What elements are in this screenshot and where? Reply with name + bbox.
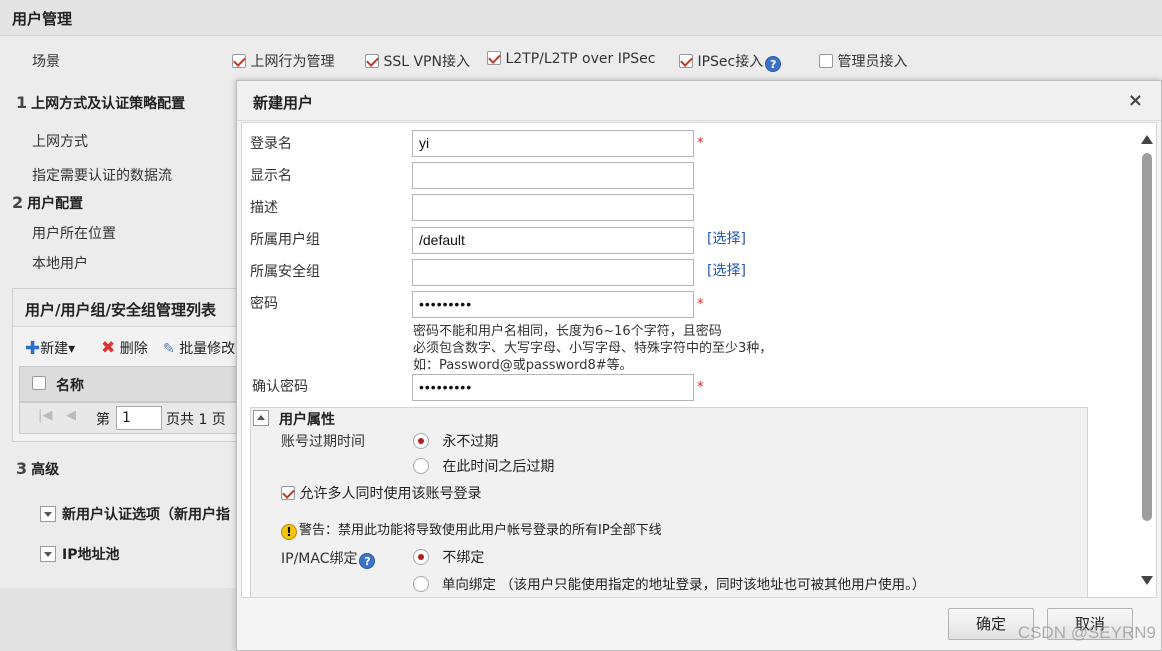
required-mark: * (697, 380, 704, 395)
advanced-ip-pool[interactable]: IP地址池 (40, 544, 119, 564)
select-security-group-link[interactable]: [选择] (707, 260, 746, 280)
security-group-input[interactable] (412, 259, 694, 286)
first-page-icon[interactable]: |◀ (38, 408, 52, 423)
radio-button[interactable] (413, 433, 429, 449)
scene-option-2[interactable]: L2TP/L2TP over IPSec (487, 51, 655, 67)
expire-label: 账号过期时间 (281, 434, 365, 450)
section-user-config: 2 用户配置 (12, 193, 84, 212)
login-name-label: 登录名 (250, 136, 292, 152)
warning-icon: ! (281, 524, 297, 540)
watermark: CSDN @SEYRN9 (1017, 623, 1156, 642)
scroll-up-icon[interactable] (1141, 135, 1153, 144)
scene-option-1[interactable]: SSL VPN接入 (365, 51, 470, 71)
prev-page-icon[interactable]: ◀ (66, 408, 76, 423)
row-access-mode: 上网方式 (32, 134, 88, 150)
ipmac-label: IP/MAC绑定? (281, 548, 376, 569)
security-group-label: 所属安全组 (250, 264, 320, 280)
section-auth-policy: 1 上网方式及认证策略配置 (16, 93, 186, 112)
password-label: 密码 (250, 296, 278, 312)
scene-label: 场景 (32, 54, 60, 70)
dialog-scrollbar[interactable] (1136, 123, 1156, 597)
checkbox[interactable] (232, 54, 246, 68)
ipmac-oneway-option[interactable]: 单向绑定 （该用户只能使用指定的地址登录，同时该地址也可被其他用户使用。） (413, 573, 925, 593)
checkbox[interactable] (487, 51, 501, 65)
description-label: 描述 (250, 200, 278, 216)
display-name-input[interactable] (412, 162, 694, 189)
scroll-down-icon[interactable] (1141, 576, 1153, 585)
pager: |◀ ◀ 第 1 页共 1 页 (19, 402, 239, 434)
user-list-panel: 用户/用户组/安全组管理列表 ✚新建▾ ✖ 删除 ✎ 批量修改 名称 |◀ ◀ … (12, 288, 242, 442)
user-group-input[interactable]: /default (412, 227, 694, 254)
login-name-input[interactable]: yi (412, 130, 694, 157)
edit-icon: ✎ (163, 341, 175, 357)
close-icon[interactable]: × (1128, 90, 1143, 111)
select-all-checkbox[interactable] (32, 376, 46, 390)
multi-login-checkbox[interactable]: 允许多人同时使用该账号登录 (281, 483, 481, 503)
collapse-icon[interactable] (253, 410, 269, 426)
new-button[interactable]: ✚新建▾ (25, 338, 75, 359)
section-advanced: 3 高级 (16, 459, 60, 478)
scene-option-0[interactable]: 上网行为管理 (232, 51, 334, 71)
expire-after-option[interactable]: 在此时间之后过期 (413, 456, 554, 476)
user-group-label: 所属用户组 (250, 232, 320, 248)
dialog-title: 新建用户 (253, 94, 314, 112)
help-icon[interactable]: ? (359, 553, 376, 569)
row-user-location: 用户所在位置 (32, 226, 116, 242)
scene-option-4[interactable]: 管理员接入 (819, 51, 907, 71)
ipmac-none-option[interactable]: 不绑定 (413, 547, 484, 567)
page-number-input[interactable]: 1 (116, 406, 162, 430)
radio-button[interactable] (413, 576, 429, 592)
password-hint-line1: 密码不能和用户名相同，长度为6~16个字符，且密码 (413, 324, 722, 339)
page-header: 用户管理 (0, 0, 1162, 36)
dialog-header: 新建用户 × (237, 81, 1161, 121)
warning-text: ! 警告：禁用此功能将导致使用此用户帐号登录的所有IP全部下线 (281, 519, 662, 540)
row-local-users: 本地用户 (32, 256, 88, 272)
required-mark: * (697, 297, 704, 312)
radio-button[interactable] (413, 549, 429, 565)
expand-icon[interactable] (40, 506, 56, 522)
confirm-password-label: 确认密码 (252, 379, 308, 395)
page-title: 用户管理 (12, 10, 73, 28)
checkbox[interactable] (819, 54, 833, 68)
advanced-auth-options[interactable]: 新用户认证选项（新用户指 (40, 504, 230, 524)
checkbox[interactable] (281, 486, 295, 500)
delete-icon: ✖ (101, 338, 116, 358)
col-name: 名称 (56, 378, 84, 394)
select-user-group-link[interactable]: [选择] (707, 228, 746, 248)
password-hint-line2: 必须包含数字、大写字母、小写字母、特殊字符中的至少3种， (413, 341, 773, 356)
pager-prefix: 第 (96, 412, 110, 428)
checkbox[interactable] (679, 54, 693, 68)
display-name-label: 显示名 (250, 168, 292, 184)
list-toolbar: ✚新建▾ ✖ 删除 ✎ 批量修改 (13, 329, 241, 363)
required-mark: * (697, 136, 704, 151)
radio-button[interactable] (413, 458, 429, 474)
new-user-dialog: 新建用户 × 登录名 yi * 显示名 描述 所属用户组 /default [选… (236, 80, 1162, 651)
list-title: 用户/用户组/安全组管理列表 (25, 301, 216, 319)
delete-button[interactable]: ✖ 删除 (101, 338, 148, 358)
scroll-thumb[interactable] (1142, 153, 1152, 521)
checkbox[interactable] (365, 54, 379, 68)
expand-icon[interactable] (40, 546, 56, 562)
help-icon[interactable]: ? (765, 56, 782, 72)
plus-icon: ✚ (25, 338, 41, 359)
password-hint-line3: 如：Password@或password8#等。 (413, 358, 633, 373)
grid-header: 名称 (19, 366, 239, 402)
batch-edit-button[interactable]: ✎ 批量修改 (163, 338, 235, 358)
attributes-title: 用户属性 (279, 412, 335, 428)
expire-never-option[interactable]: 永不过期 (413, 431, 498, 451)
scene-option-3[interactable]: IPSec接入? (679, 51, 782, 72)
description-input[interactable] (412, 194, 694, 221)
user-attributes-panel: 用户属性 账号过期时间 永不过期 在此时间之后过期 允许多人同时使用该账号登录 … (250, 407, 1088, 597)
pager-suffix: 页共 1 页 (166, 412, 226, 428)
password-input[interactable]: ••••••••• (412, 291, 694, 318)
confirm-password-input[interactable]: ••••••••• (412, 374, 694, 401)
row-auth-flow: 指定需要认证的数据流 (32, 168, 172, 184)
dialog-body: 登录名 yi * 显示名 描述 所属用户组 /default [选择] 所属安全… (241, 122, 1157, 598)
